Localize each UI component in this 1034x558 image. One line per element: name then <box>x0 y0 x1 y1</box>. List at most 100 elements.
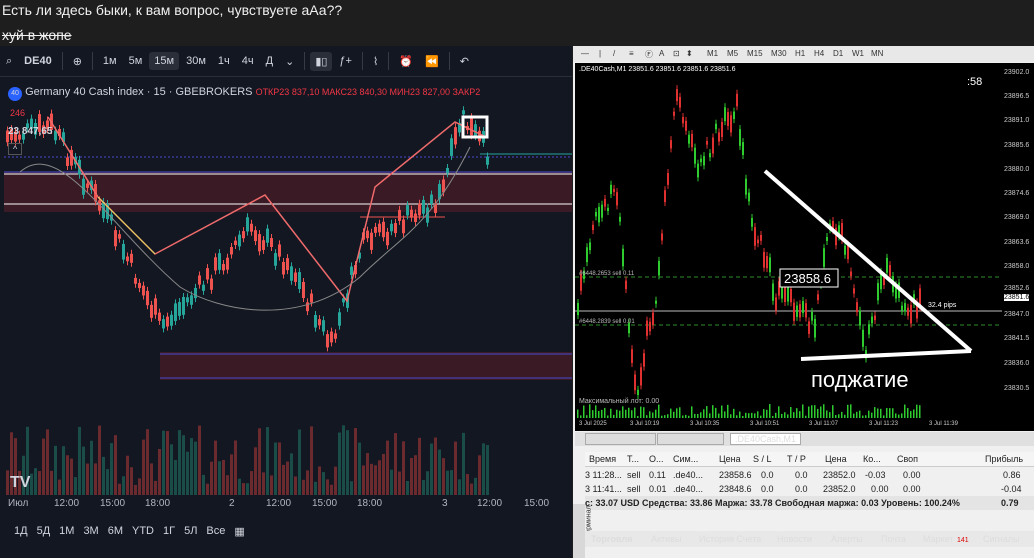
tf-H4[interactable]: H4 <box>814 49 824 58</box>
line-tool-icon[interactable]: — <box>581 49 589 58</box>
mt-volume-bar <box>745 412 747 418</box>
tf-4h[interactable]: 4ч <box>237 52 259 70</box>
mt-volume-bar <box>643 407 645 418</box>
calendar-icon[interactable]: ▦ <box>234 525 244 538</box>
tf-M30[interactable]: M30 <box>771 49 787 58</box>
mt-volume-bar <box>619 410 621 418</box>
channel-tool-icon[interactable]: ≡ <box>629 49 634 58</box>
replay-icon[interactable]: ⏪ <box>420 52 444 71</box>
range-ytd[interactable]: YTD <box>132 525 154 537</box>
range-3m[interactable]: 3М <box>83 525 98 537</box>
candles-icon[interactable]: ▮▯ <box>310 51 333 71</box>
tf-M5[interactable]: M5 <box>727 49 738 58</box>
range-6m[interactable]: 6М <box>108 525 123 537</box>
tab-trade[interactable]: Торговля <box>591 534 632 544</box>
col-header[interactable]: S / L <box>753 454 772 464</box>
tv-volume-bar <box>270 475 273 495</box>
tv-price-chart[interactable]: TV <box>0 77 572 497</box>
col-header[interactable]: Своп <box>897 454 918 464</box>
range-5y[interactable]: 5Л <box>184 525 197 537</box>
tf-30m[interactable]: 30м <box>181 52 211 70</box>
tf-1h[interactable]: 1ч <box>213 52 235 70</box>
tab-mail[interactable]: Почта <box>881 534 906 544</box>
col-header[interactable]: Цена <box>825 454 847 464</box>
tab-signals[interactable]: Сигналы <box>983 534 1020 544</box>
col-header[interactable]: Сим... <box>673 454 698 464</box>
alert-icon[interactable]: ⏰ <box>394 52 418 71</box>
mt-candle <box>691 133 693 148</box>
tv-candle <box>126 256 129 262</box>
range-all[interactable]: Все <box>206 525 225 537</box>
search-icon[interactable]: ⌕ <box>1 52 17 71</box>
text-tool-icon[interactable]: A <box>659 49 664 58</box>
mt-candle <box>748 192 750 202</box>
tf-d[interactable]: Д <box>261 52 278 70</box>
range-1m[interactable]: 1М <box>59 525 74 537</box>
tv-candle <box>334 333 337 339</box>
tv-volume-bar <box>302 479 305 495</box>
col-header[interactable]: Т... <box>627 454 639 464</box>
mt-candle <box>757 239 759 244</box>
chart-tab[interactable]: EURUSD,Daily <box>585 433 656 445</box>
tf-M15[interactable]: M15 <box>747 49 763 58</box>
tf-H1[interactable]: H1 <box>795 49 805 58</box>
range-1d[interactable]: 1Д <box>14 525 28 537</box>
tv-volume-bar <box>126 455 129 495</box>
add-symbol-icon[interactable]: ⊕ <box>68 52 87 71</box>
range-5d[interactable]: 5Д <box>37 525 51 537</box>
table-row[interactable]: 3 11:28... sell 0.11 .de40... 23858.6 0.… <box>585 468 1034 482</box>
label-tool-icon[interactable]: ⊡ <box>673 49 680 58</box>
mt-time-axis: 3 Jul 2025 3 Jul 10:19 3 Jul 10:35 3 Jul… <box>575 420 1034 431</box>
fibo-tool-icon[interactable]: Ⓕ <box>645 49 653 60</box>
undo-icon[interactable]: ↶ <box>455 52 474 71</box>
col-header[interactable]: Время <box>589 454 616 464</box>
mt-price-chart[interactable]: 23858.6 32.4 pips поджатие .DE40Cash,M1 … <box>575 63 1002 420</box>
tf-1m[interactable]: 1м <box>98 52 122 70</box>
mt-volume-bar <box>766 409 768 418</box>
col-header[interactable]: T / P <box>787 454 806 464</box>
chart-tab[interactable]: GBPJPY,Daily <box>657 433 724 445</box>
collapse-icon[interactable]: ^ <box>8 143 23 155</box>
tf-W1[interactable]: W1 <box>852 49 864 58</box>
tv-volume-bar <box>454 441 457 495</box>
mt-candle <box>640 367 642 386</box>
mt-candle <box>775 297 777 311</box>
tf-M1[interactable]: M1 <box>707 49 718 58</box>
col-header[interactable]: Прибыль <box>985 454 1023 464</box>
symbol-name[interactable]: DE40 <box>19 52 57 70</box>
tab-assets[interactable]: Активы <box>651 534 681 544</box>
tf-MN[interactable]: MN <box>871 49 883 58</box>
tab-history[interactable]: История Счета <box>699 534 761 544</box>
range-1y[interactable]: 1Г <box>163 525 175 537</box>
tv-candle <box>430 194 433 204</box>
mt-volume-bar <box>589 404 591 418</box>
tv-volume-bar <box>426 471 429 495</box>
tf-5m[interactable]: 5м <box>124 52 148 70</box>
tv-candle <box>422 199 425 214</box>
chart-tab-active[interactable]: .DE40Cash,M1 <box>730 433 802 445</box>
tv-candle <box>122 243 125 260</box>
mt-volume-bar <box>706 406 708 418</box>
tab-news[interactable]: Новости <box>777 534 812 544</box>
hline-tool-icon[interactable]: / <box>613 49 615 58</box>
chevron-down-icon[interactable]: ⌄ <box>280 52 299 71</box>
arrow-tool-icon[interactable]: ⬍ <box>686 49 693 58</box>
tf-15m[interactable]: 15м <box>149 52 180 70</box>
tv-candle <box>222 263 225 271</box>
templates-icon[interactable]: ⌇ <box>368 52 383 71</box>
col-header[interactable]: Ко... <box>863 454 881 464</box>
vline-tool-icon[interactable]: | <box>599 49 601 58</box>
tab-alerts[interactable]: Алерты <box>831 534 863 544</box>
pips-label: 32.4 pips <box>928 302 957 309</box>
tv-candle <box>114 230 117 247</box>
col-header[interactable]: О... <box>649 454 664 464</box>
triangle-lower-line <box>800 349 972 361</box>
tv-volume-bar <box>478 455 481 495</box>
tv-candle <box>294 272 297 282</box>
col-header[interactable]: Цена <box>719 454 741 464</box>
mt-volume-bar <box>853 413 855 418</box>
table-row[interactable]: 3 11:41... sell 0.01 .de40... 23848.6 0.… <box>585 482 1034 496</box>
tab-market[interactable]: Маркет <box>923 534 953 544</box>
indicators-icon[interactable]: ƒ+ <box>334 52 357 70</box>
tf-D1[interactable]: D1 <box>833 49 843 58</box>
